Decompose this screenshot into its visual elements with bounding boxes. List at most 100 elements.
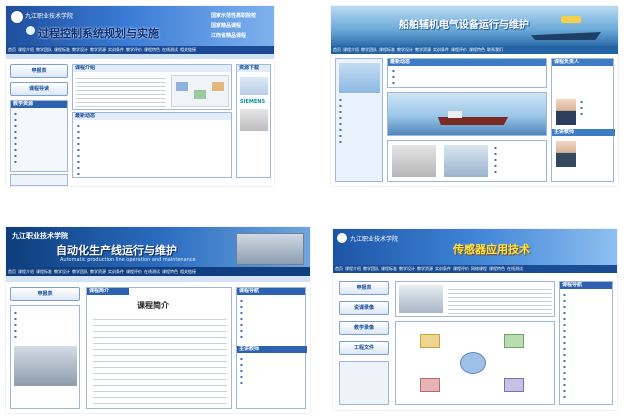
team-panel: 课程负责人 主讲教师 bbox=[551, 58, 615, 182]
breadcrumb-bar bbox=[6, 276, 310, 282]
apply-form-button[interactable]: 申报表 bbox=[339, 281, 389, 295]
content-text-lines bbox=[93, 314, 227, 404]
sidebar-panel bbox=[335, 58, 383, 182]
nav-standard[interactable]: 课程标准 bbox=[379, 47, 395, 53]
teacher-title: 主讲教师 bbox=[552, 129, 615, 136]
intro-title: 课程介绍 bbox=[73, 65, 231, 72]
nav-team[interactable]: 教学团队 bbox=[36, 47, 52, 53]
left-lower-panel bbox=[339, 361, 389, 405]
nav-intro[interactable]: 课程介绍 bbox=[345, 266, 361, 272]
nav-home[interactable]: 首页 bbox=[335, 266, 343, 272]
engineering-docs-button[interactable]: 工程文件 bbox=[339, 341, 389, 355]
list-item[interactable] bbox=[494, 169, 544, 175]
school-name: 九江职业技术学院 bbox=[25, 13, 74, 20]
resource-panel bbox=[387, 140, 547, 182]
lab-photo-image bbox=[14, 346, 77, 386]
nav-training[interactable]: 实训条件 bbox=[433, 47, 449, 53]
resource-thumb-image[interactable] bbox=[240, 77, 268, 95]
nav-test[interactable]: 在线测试 bbox=[507, 266, 523, 272]
nav-test[interactable]: 在线测试 bbox=[144, 269, 160, 275]
page-title: 传感器应用技术 bbox=[453, 243, 530, 256]
nav-contact[interactable]: 联系我们 bbox=[487, 47, 503, 53]
siemens-logo: SIEMENS bbox=[240, 99, 266, 105]
nav-resources[interactable]: 教学资源 bbox=[417, 266, 433, 272]
nav-standard[interactable]: 课程标准 bbox=[54, 47, 70, 53]
nav-evaluation[interactable]: 课程评价 bbox=[126, 269, 142, 275]
main-nav: 首页 课程介绍 教学团队 课程标准 教学设计 教学资源 实训条件 教学评价 课程… bbox=[6, 46, 274, 54]
nav-training[interactable]: 实训条件 bbox=[108, 47, 124, 53]
nav-links[interactable]: 相关链接 bbox=[180, 47, 196, 53]
right-nav-title: 课程导航 bbox=[560, 282, 612, 289]
nav-links[interactable]: 相关链接 bbox=[180, 269, 196, 275]
sidebar-top-image bbox=[339, 63, 380, 93]
news-title: 最新动态 bbox=[388, 59, 546, 66]
nav-resources[interactable]: 教学资源 bbox=[90, 269, 106, 275]
nav-team[interactable]: 教学团队 bbox=[72, 269, 88, 275]
nav-features[interactable]: 课程特色 bbox=[489, 266, 505, 272]
machine-image bbox=[236, 233, 304, 265]
nav-team[interactable]: 教学团队 bbox=[361, 47, 377, 53]
news-title: 最新动态 bbox=[73, 113, 231, 120]
nav-intro[interactable]: 课程介绍 bbox=[343, 47, 359, 53]
lab-photo-image bbox=[399, 285, 443, 313]
logo-badge-icon bbox=[26, 26, 35, 35]
nav-evaluation[interactable]: 课程评价 bbox=[451, 47, 467, 53]
nav-training[interactable]: 实训条件 bbox=[108, 269, 124, 275]
list-item[interactable] bbox=[563, 394, 611, 400]
breadcrumb-bar bbox=[6, 54, 274, 59]
nav-intro[interactable]: 课程介绍 bbox=[18, 269, 34, 275]
lecture-video-button[interactable]: 说课录像 bbox=[339, 301, 389, 315]
list-item[interactable] bbox=[240, 380, 304, 386]
page-subtitle: Automatic production line operation and … bbox=[60, 257, 196, 263]
nav-evaluation[interactable]: 教学评价 bbox=[126, 47, 142, 53]
teaching-video-button[interactable]: 教学录像 bbox=[339, 321, 389, 335]
nav-online[interactable]: 网络课程 bbox=[471, 266, 487, 272]
school-name: 九江职业技术学院 bbox=[350, 236, 399, 243]
nav-features[interactable]: 课程特色 bbox=[469, 47, 485, 53]
equipment-thumb-1[interactable] bbox=[392, 145, 436, 177]
nav-home[interactable]: 首页 bbox=[8, 269, 16, 275]
product-thumb-image[interactable] bbox=[240, 109, 268, 131]
nav-standard[interactable]: 课程标准 bbox=[381, 266, 397, 272]
lower-left-panel bbox=[10, 174, 68, 186]
news-panel: 最新动态 bbox=[72, 112, 232, 178]
nav-test[interactable]: 在线测试 bbox=[162, 47, 178, 53]
list-item[interactable] bbox=[339, 139, 383, 145]
banner: 九江职业技术学院 传感器应用技术 bbox=[333, 229, 617, 265]
main-nav: 首页 课程介绍 教学团队 课程标准 教学设计 教学资源 实训条件 课程评价 网络… bbox=[333, 265, 617, 273]
nav-training[interactable]: 实训条件 bbox=[435, 266, 451, 272]
nav-home[interactable]: 首页 bbox=[8, 47, 16, 53]
course-guide-button[interactable]: 课程导读 bbox=[10, 82, 68, 96]
list-item[interactable] bbox=[14, 334, 78, 340]
nav-features[interactable]: 课程特色 bbox=[144, 47, 160, 53]
nav-evaluation[interactable]: 课程评价 bbox=[453, 266, 469, 272]
nav-design[interactable]: 教学设计 bbox=[397, 47, 413, 53]
intro-text-lines bbox=[448, 286, 552, 314]
screenshot-sensor-tech: 九江职业技术学院 传感器应用技术 首页 课程介绍 教学团队 课程标准 教学设计 … bbox=[333, 229, 617, 410]
nav-team[interactable]: 教学团队 bbox=[363, 266, 379, 272]
nav-features[interactable]: 课程特色 bbox=[162, 269, 178, 275]
nav-home[interactable]: 首页 bbox=[333, 47, 341, 53]
sidebar-panel: 教学资源 bbox=[10, 100, 68, 172]
nav-standard[interactable]: 课程标准 bbox=[36, 269, 52, 275]
team-title: 课程负责人 bbox=[552, 59, 613, 66]
equipment-thumb-2[interactable] bbox=[444, 145, 488, 177]
apply-form-button[interactable]: 申报表 bbox=[10, 287, 80, 301]
nav-design[interactable]: 教学设计 bbox=[399, 266, 415, 272]
intro-tab[interactable]: 课程简介 bbox=[87, 288, 129, 295]
ship-silhouette-icon bbox=[531, 32, 601, 40]
banner: 九江职业技术学院 过程控制系统规划与实施 国家示范性高职院校 国家精品课程 江西… bbox=[6, 6, 274, 46]
list-item[interactable] bbox=[14, 159, 66, 165]
nav-design[interactable]: 教学设计 bbox=[72, 47, 88, 53]
nav-intro[interactable]: 课程介绍 bbox=[18, 47, 34, 53]
list-item[interactable] bbox=[77, 171, 227, 177]
list-item[interactable] bbox=[240, 334, 304, 340]
apply-form-button[interactable]: 申报表 bbox=[10, 64, 68, 78]
intro-panel: 课程介绍 bbox=[72, 64, 232, 110]
news-panel: 最新动态 bbox=[387, 58, 547, 88]
nav-resources[interactable]: 教学资源 bbox=[415, 47, 431, 53]
nav-design[interactable]: 教学设计 bbox=[54, 269, 70, 275]
list-item[interactable] bbox=[392, 80, 542, 86]
nav-resources[interactable]: 教学资源 bbox=[90, 47, 106, 53]
main-nav: 首页 课程介绍 课程标准 教学设计 教学团队 教学资源 实训条件 课程评价 在线… bbox=[6, 267, 310, 276]
